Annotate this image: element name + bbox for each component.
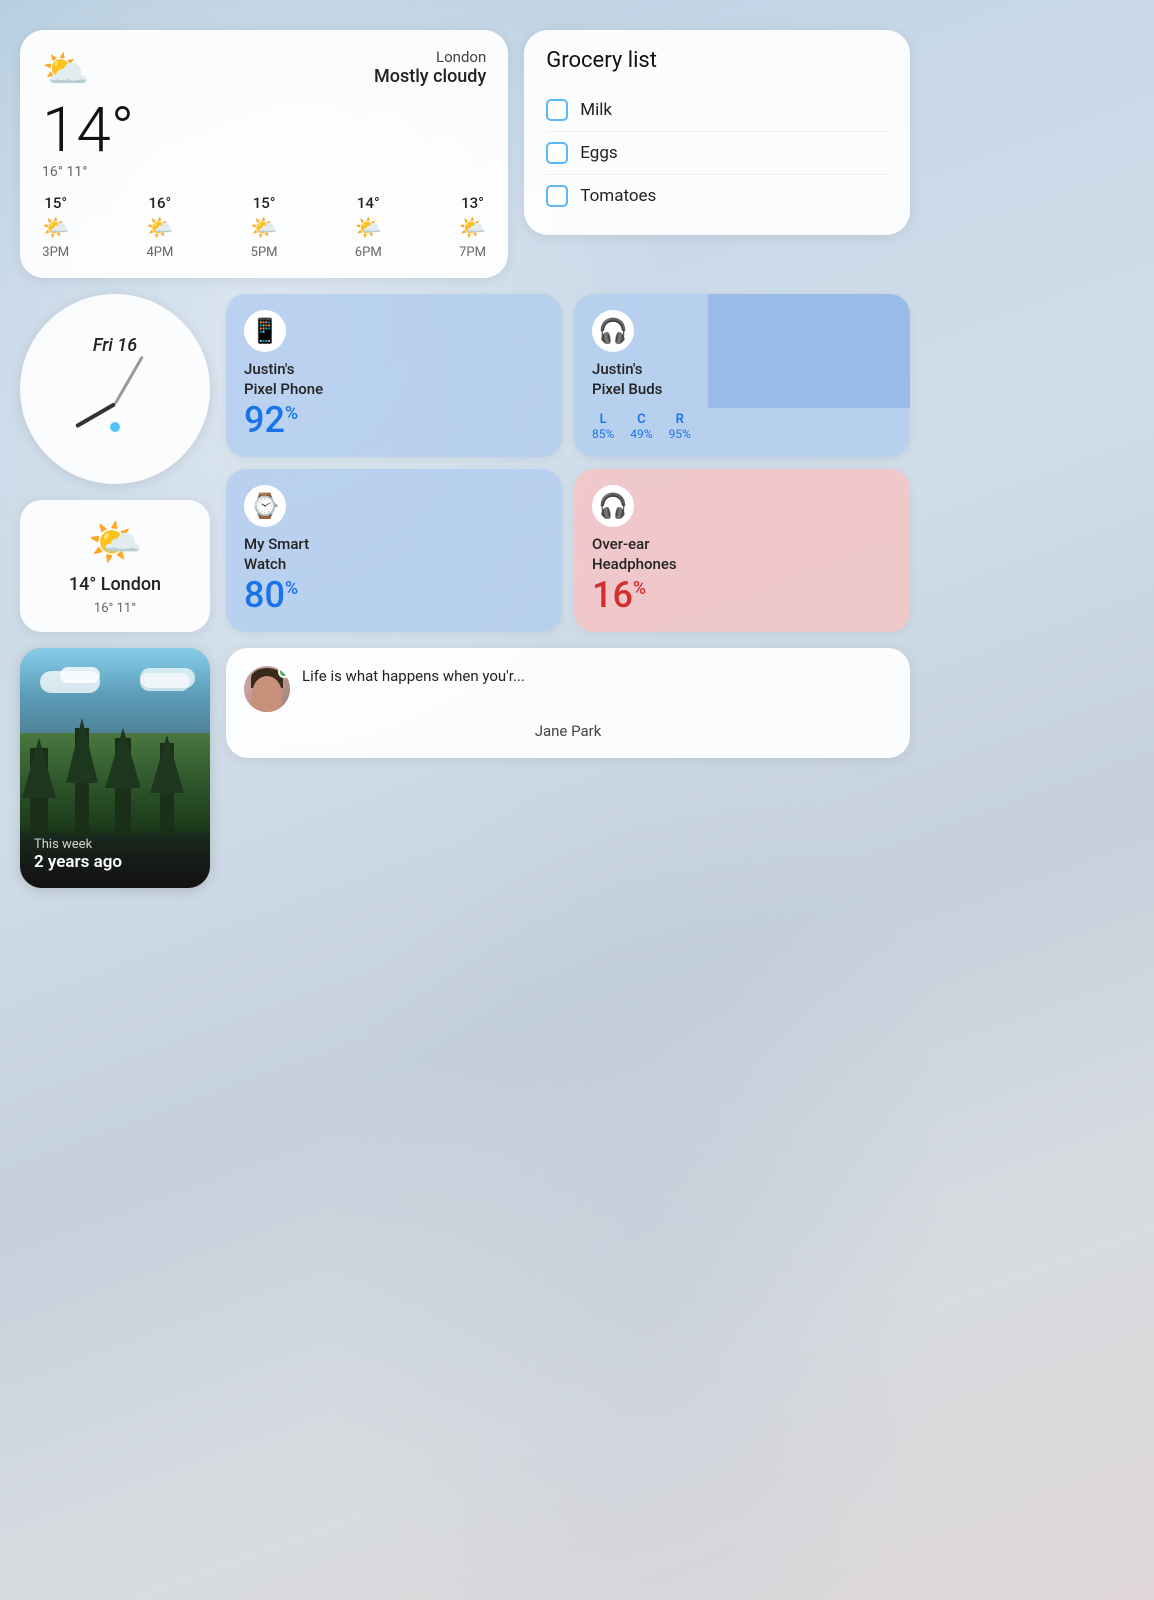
buds-device-icon: 🎧 [592,310,634,352]
weather-description: Mostly cloudy [374,66,486,87]
battery-card-headphones[interactable]: 🎧 Over-earHeadphones 16% [574,469,910,632]
photo-clouds [20,663,210,713]
grocery-label-milk: Milk [580,100,612,120]
headphones-device-icon: 🎧 [592,485,634,527]
photo-this-week-label: This week [34,837,196,852]
buds-levels: L 85% C 49% R 95% [592,412,892,441]
clock-date: Fri 16 [93,335,137,356]
small-weather-icon: 🌤️ [88,516,143,568]
photo-years-ago-label: 2 years ago [34,852,196,872]
phone-device-icon: 📱 [244,310,286,352]
grocery-label-tomatoes: Tomatoes [580,186,656,206]
forecast-item-7pm: 13° 🌤️ 7PM [459,194,486,260]
headphones-device-name: Over-earHeadphones [592,535,892,574]
tree-top-3 [105,728,141,788]
cloud-2 [60,667,100,683]
buds-level-R: R 95% [669,412,691,441]
battery-card-phone[interactable]: 📱 Justin'sPixel Phone 92% [226,294,562,457]
buds-icon: 🎧 [598,317,628,345]
headphones-battery-percent: 16% [592,574,892,616]
buds-level-L: L 85% [592,412,614,441]
weather-widget[interactable]: ⛅ London Mostly cloudy 14° 16° 11° 15° 🌤… [20,30,508,278]
message-sender: Jane Park [244,722,892,740]
photo-memory-widget[interactable]: This week 2 years ago [20,648,210,888]
tree-top-4 [150,735,184,793]
weather-forecast: 15° 🌤️ 3PM 16° 🌤️ 4PM 15° 🌤️ 5PM 14° 🌤️ [42,194,486,260]
grocery-label-eggs: Eggs [580,143,617,163]
row-1: ⛅ London Mostly cloudy 14° 16° 11° 15° 🌤… [20,30,910,278]
weather-location: London Mostly cloudy [374,48,486,87]
forecast-item-4pm: 16° 🌤️ 4PM [146,194,173,260]
message-widget[interactable]: Life is what happens when you'r... Jane … [226,648,910,758]
small-weather-temp-city: 14° London [69,574,161,595]
clock-face [65,364,165,444]
grocery-checkbox-tomatoes[interactable] [546,185,568,207]
grocery-title: Grocery list [546,48,888,73]
battery-card-watch[interactable]: ⌚ My SmartWatch 80% [226,469,562,632]
message-avatar [244,666,290,712]
grocery-item-tomatoes[interactable]: Tomatoes [546,175,888,217]
watch-battery-percent: 80% [244,574,544,616]
avatar-online-dot [278,666,290,678]
tree-top-2 [66,718,98,783]
battery-grid: 📱 Justin'sPixel Phone 92% 🎧 Justin'sPixe… [226,294,910,632]
weather-main-icon: ⛅ [42,48,89,92]
photo-tree-silhouettes [20,728,210,838]
headphones-icon: 🎧 [598,492,628,520]
grocery-checkbox-eggs[interactable] [546,142,568,164]
forecast-item-3pm: 15° 🌤️ 3PM [42,194,69,260]
grocery-checkbox-milk[interactable] [546,99,568,121]
tree-top-1 [22,738,56,798]
forecast-item-5pm: 15° 🌤️ 5PM [250,194,277,260]
grocery-widget[interactable]: Grocery list Milk Eggs Tomatoes [524,30,910,235]
phone-icon: 📱 [250,317,280,345]
cloud-4 [140,668,195,688]
watch-device-icon: ⌚ [244,485,286,527]
small-weather-widget[interactable]: 🌤️ 14° London 16° 11° [20,500,210,632]
phone-device-name: Justin'sPixel Phone [244,360,544,399]
row-2: Fri 16 🌤️ 14° London 16° 11° 📱 [20,294,910,632]
message-text: Life is what happens when you'r... [302,666,525,687]
message-content: Life is what happens when you'r... [244,666,892,712]
weather-city: London [374,48,486,66]
phone-battery-percent: 92% [244,399,544,441]
clock-minute-hand [114,355,144,404]
watch-icon: ⌚ [250,492,280,520]
clock-widget[interactable]: Fri 16 [20,294,210,484]
avatar-face [252,676,282,712]
clock-second-dot [110,422,120,432]
buds-highlight [708,294,910,408]
small-weather-hilo: 16° 11° [94,601,136,616]
photo-text-overlay: This week 2 years ago [20,823,210,888]
forecast-item-6pm: 14° 🌤️ 6PM [355,194,382,260]
grocery-item-milk[interactable]: Milk [546,89,888,131]
row2-left: Fri 16 🌤️ 14° London 16° 11° [20,294,210,632]
watch-device-name: My SmartWatch [244,535,544,574]
weather-temp-current: 14° [42,100,486,162]
buds-level-C: C 49% [630,412,652,441]
grocery-item-eggs[interactable]: Eggs [546,132,888,174]
row-3: This week 2 years ago Life is what happe… [20,648,910,888]
battery-card-buds[interactable]: 🎧 Justin'sPixel Buds L 85% C 49% R 95% [574,294,910,457]
